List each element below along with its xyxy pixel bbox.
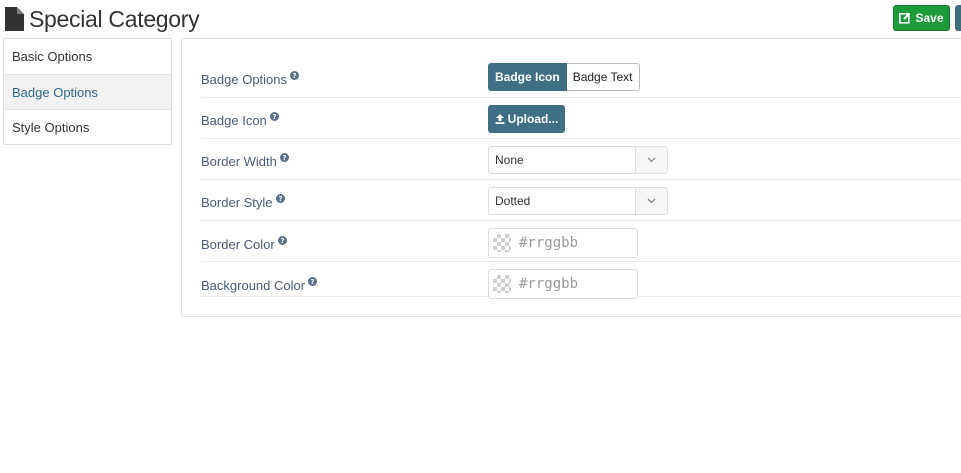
svg-text:?: ? [282,154,286,162]
badge-options-toggle: Badge Icon Badge Text [488,63,640,91]
upload-button-label: Upload... [507,112,559,126]
sidebar-item-badge-options[interactable]: Badge Options [4,74,171,109]
dropdown-toggle[interactable] [635,147,667,173]
border-style-row: Border Style ? Dotted [201,180,961,221]
badge-options-label: Badge Options ? [201,70,300,88]
badge-text-option[interactable]: Badge Text [566,63,640,91]
badge-icon-label: Badge Icon ? [201,111,279,129]
border-color-row: Border Color ? #rrggbb [201,221,961,262]
save-button[interactable]: Save [893,5,950,31]
badge-icon-label-text: Badge Icon [201,112,267,128]
page-header: Special Category [5,5,200,33]
background-color-placeholder: #rrggbb [519,276,579,292]
svg-text:?: ? [272,113,276,121]
border-width-row: Border Width ? None [201,139,961,180]
badge-icon-row: Badge Icon ? Upload... [201,98,961,139]
upload-icon [495,114,505,124]
border-color-placeholder: #rrggbb [519,235,579,251]
border-style-label-text: Border Style [201,194,273,210]
border-style-label: Border Style ? [201,193,285,211]
color-swatch[interactable] [493,275,511,293]
options-panel: Badge Options ? Badge Icon Badge Text Ba… [181,38,961,317]
sidebar-nav: Basic Options Badge Options Style Option… [3,38,172,145]
badge-options-label-text: Badge Options [201,71,288,87]
border-color-label: Border Color ? [201,235,287,253]
help-icon[interactable]: ? [308,277,318,286]
svg-text:?: ? [280,237,284,245]
svg-text:?: ? [278,195,282,203]
help-icon[interactable]: ? [290,71,300,80]
sidebar-item-style-options[interactable]: Style Options [4,109,171,144]
edit-icon [899,12,911,24]
svg-text:?: ? [292,72,296,80]
background-color-label: Background Color ? [201,276,318,294]
chevron-down-icon [647,157,656,163]
badge-icon-option[interactable]: Badge Icon [488,63,567,91]
background-color-label-text: Background Color [201,277,306,293]
border-style-select[interactable]: Dotted [488,187,668,215]
badge-options-row: Badge Options ? Badge Icon Badge Text [201,47,961,98]
border-width-label-text: Border Width [201,153,277,169]
chevron-down-icon [647,198,656,204]
document-icon [5,7,24,31]
help-icon[interactable]: ? [279,153,289,162]
more-actions-button[interactable] [955,5,961,31]
border-style-value: Dotted [495,194,531,208]
border-width-label: Border Width ? [201,152,289,170]
sidebar-item-basic-options[interactable]: Basic Options [4,39,171,74]
help-icon[interactable]: ? [277,236,287,245]
help-icon[interactable]: ? [269,112,279,121]
border-color-label-text: Border Color [201,236,275,252]
border-width-value: None [495,153,524,167]
upload-button[interactable]: Upload... [488,105,565,133]
svg-text:?: ? [311,278,315,286]
dropdown-toggle[interactable] [635,188,667,214]
background-color-input[interactable]: #rrggbb [488,269,638,299]
help-icon[interactable]: ? [275,194,285,203]
border-width-select[interactable]: None [488,146,668,174]
color-swatch[interactable] [493,234,511,252]
background-color-row: Background Color ? #rrggbb [201,262,961,299]
border-color-input[interactable]: #rrggbb [488,228,638,258]
save-button-label: Save [915,11,944,25]
page-title: Special Category [29,5,200,32]
